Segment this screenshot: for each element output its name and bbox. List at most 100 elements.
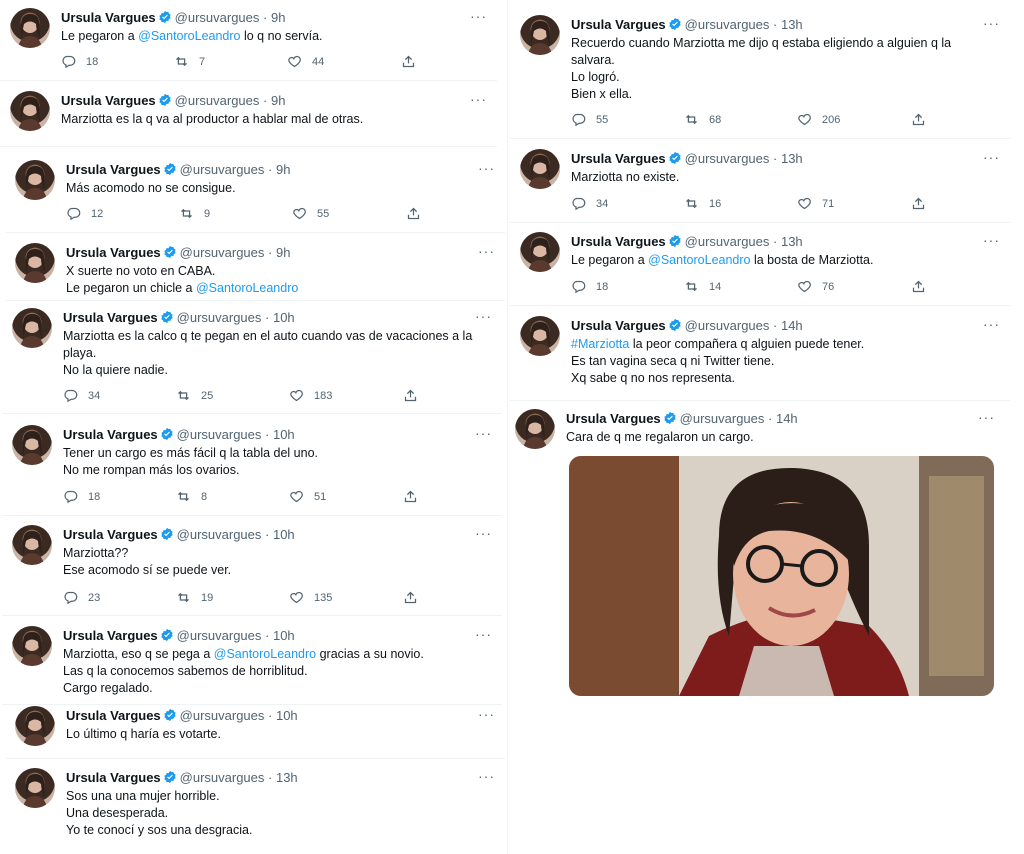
avatar[interactable] [520,15,560,55]
avatar[interactable] [10,91,50,131]
like-button[interactable]: 71 [797,196,834,211]
tweet[interactable]: Ursula Vargues @ursuvargues · 9h ··· Marz… [10,91,497,146]
retweet-button[interactable]: 19 [176,590,213,605]
author-handle[interactable]: @ursuvargues [177,527,262,542]
tweet[interactable]: Ursula Vargues @ursuvargues · 9h ··· Más … [15,160,505,232]
author-handle[interactable]: @ursuvargues [685,234,770,249]
tweet-time[interactable]: · 10h [265,628,295,643]
mention-link[interactable]: @SantoroLeandro [648,253,750,267]
more-options-icon[interactable]: ··· [475,425,492,441]
reply-button[interactable]: 12 [66,206,103,221]
author-handle[interactable]: @ursuvargues [685,17,770,32]
author-name[interactable]: Ursula Vargues [61,93,156,108]
reply-button[interactable]: 18 [571,279,608,294]
tweet[interactable]: Ursula Vargues @ursuvargues · 14h ··· #Ma… [520,316,1010,400]
tweet-time[interactable]: · 10h [265,427,295,442]
more-options-icon[interactable]: ··· [478,706,495,722]
like-button[interactable]: 51 [289,489,326,504]
more-options-icon[interactable]: ··· [983,149,1000,165]
tweet[interactable]: Ursula Vargues @ursuvargues · 10h ··· Mar… [12,525,502,615]
tweet[interactable]: Ursula Vargues @ursuvargues · 10h ··· Mar… [12,308,502,413]
share-button[interactable] [911,196,926,211]
avatar[interactable] [12,626,52,666]
tweet-time[interactable]: · 13h [773,151,803,166]
reply-button[interactable]: 34 [63,388,100,403]
avatar[interactable] [15,768,55,808]
tweet-time[interactable]: · 9h [263,93,285,108]
mention-link[interactable]: @SantoroLeandro [138,29,240,43]
like-button[interactable]: 183 [289,388,332,403]
reply-button[interactable]: 18 [63,489,100,504]
author-name[interactable]: Ursula Vargues [571,17,666,32]
more-options-icon[interactable]: ··· [983,15,1000,31]
author-handle[interactable]: @ursuvargues [180,162,265,177]
share-button[interactable] [911,112,926,127]
author-name[interactable]: Ursula Vargues [66,708,161,723]
avatar[interactable] [15,243,55,283]
retweet-button[interactable]: 9 [179,206,210,221]
author-name[interactable]: Ursula Vargues [63,427,158,442]
author-handle[interactable]: @ursuvargues [685,318,770,333]
more-options-icon[interactable]: ··· [475,308,492,324]
avatar[interactable] [12,308,52,348]
author-name[interactable]: Ursula Vargues [571,234,666,249]
retweet-button[interactable]: 14 [684,279,721,294]
more-options-icon[interactable]: ··· [470,91,487,107]
avatar[interactable] [515,409,555,449]
tweet[interactable]: Ursula Vargues @ursuvargues · 10h ··· Ten… [12,425,502,515]
share-button[interactable] [911,279,926,294]
author-handle[interactable]: @ursuvargues [680,411,765,426]
tweet[interactable]: Ursula Vargues @ursuvargues · 9h ··· Le p… [10,8,497,80]
avatar[interactable] [10,8,50,48]
tweet-photo[interactable] [569,456,994,696]
avatar[interactable] [12,525,52,565]
author-handle[interactable]: @ursuvargues [175,93,260,108]
like-button[interactable]: 206 [797,112,840,127]
avatar[interactable] [12,425,52,465]
reply-button[interactable]: 18 [61,54,98,69]
share-button[interactable] [403,489,418,504]
author-name[interactable]: Ursula Vargues [66,245,161,260]
avatar[interactable] [520,316,560,356]
like-button[interactable]: 135 [289,590,332,605]
more-options-icon[interactable]: ··· [475,525,492,541]
more-options-icon[interactable]: ··· [475,626,492,642]
tweet[interactable]: Ursula Vargues @ursuvargues · 9h ··· X su… [15,243,505,300]
tweet-time[interactable]: · 13h [773,17,803,32]
retweet-button[interactable]: 16 [684,196,721,211]
author-handle[interactable]: @ursuvargues [180,708,265,723]
more-options-icon[interactable]: ··· [470,8,487,24]
more-options-icon[interactable]: ··· [478,768,495,784]
author-handle[interactable]: @ursuvargues [175,10,260,25]
like-button[interactable]: 44 [287,54,324,69]
share-button[interactable] [403,388,418,403]
tweet[interactable]: Ursula Vargues @ursuvargues · 13h ··· Le … [520,232,1010,305]
tweet-time[interactable]: · 10h [265,310,295,325]
tweet-time[interactable]: · 13h [268,770,298,785]
share-button[interactable] [403,590,418,605]
avatar[interactable] [15,160,55,200]
tweet[interactable]: Ursula Vargues @ursuvargues · 10h ··· Lo … [15,706,505,758]
tweet-time[interactable]: · 10h [268,708,298,723]
more-options-icon[interactable]: ··· [983,232,1000,248]
author-name[interactable]: Ursula Vargues [66,162,161,177]
avatar[interactable] [520,232,560,272]
author-handle[interactable]: @ursuvargues [177,628,262,643]
tweet-time[interactable]: · 9h [263,10,285,25]
mention-link[interactable]: @SantoroLeandro [214,647,316,661]
author-handle[interactable]: @ursuvargues [685,151,770,166]
more-options-icon[interactable]: ··· [478,243,495,259]
more-options-icon[interactable]: ··· [978,409,995,425]
share-button[interactable] [406,206,421,221]
tweet[interactable]: Ursula Vargues @ursuvargues · 10h ··· Mar… [12,626,502,704]
author-handle[interactable]: @ursuvargues [180,245,265,260]
reply-button[interactable]: 55 [571,112,608,127]
author-handle[interactable]: @ursuvargues [177,310,262,325]
hashtag-link[interactable]: #Marziotta [571,337,629,351]
author-name[interactable]: Ursula Vargues [66,770,161,785]
like-button[interactable]: 76 [797,279,834,294]
author-name[interactable]: Ursula Vargues [61,10,156,25]
avatar[interactable] [520,149,560,189]
author-name[interactable]: Ursula Vargues [63,628,158,643]
reply-button[interactable]: 34 [571,196,608,211]
